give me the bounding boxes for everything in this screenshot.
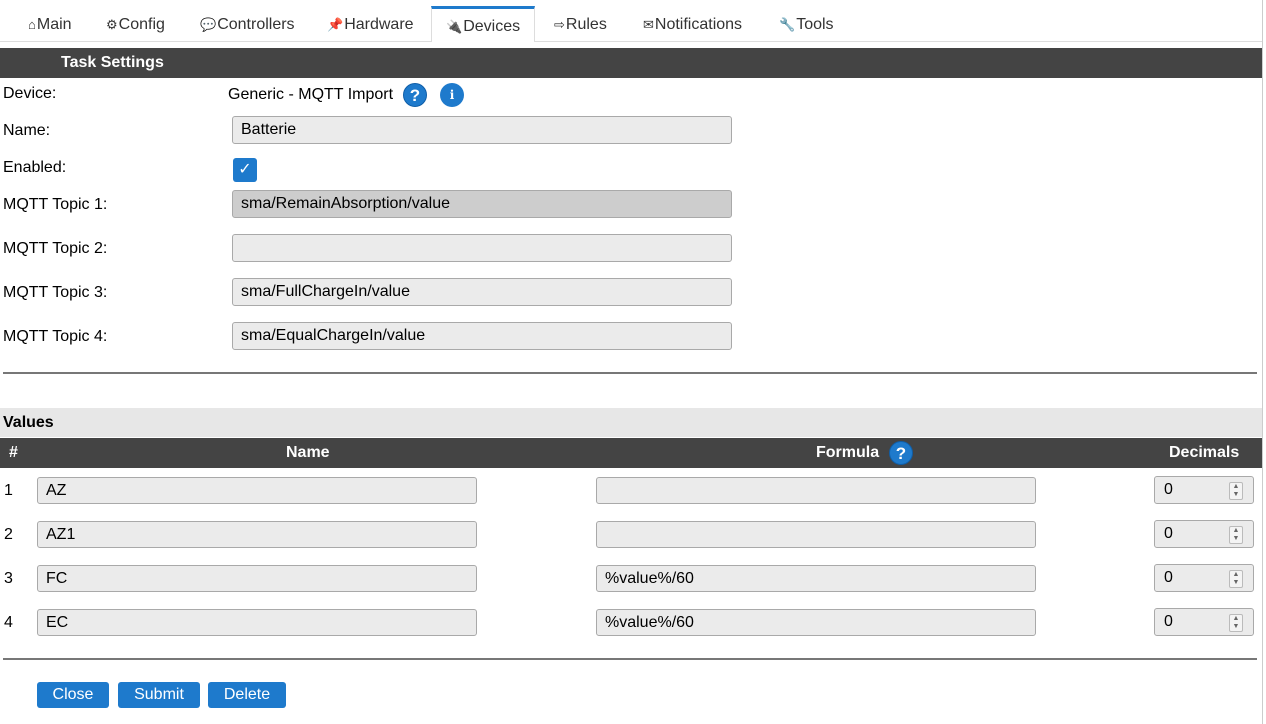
topic1-label: MQTT Topic 1: [3,196,108,213]
tab-label: Main [36,16,72,33]
tab-notifications[interactable]: ✉Notifications [643,8,742,41]
value-name-input[interactable] [37,477,477,504]
tab-hardware[interactable]: 📌Hardware [327,8,414,41]
tab-main[interactable]: ⌂Main [28,8,72,41]
decimals-stepper[interactable]: 0 ▲ ▼ [1154,564,1254,592]
help-icon[interactable]: ? [403,83,427,107]
topic4-input[interactable] [232,322,732,350]
tab-tools[interactable]: 🔧Tools [779,8,834,41]
plug-icon: 🔌 [446,19,463,34]
tab-label: Rules [565,16,607,33]
wrench-icon: 🔧 [779,17,796,32]
speech-bubble-icon: 💬 [200,17,217,32]
divider [3,372,1257,374]
device-value: Generic - MQTT Import [228,86,394,103]
tab-bar: ⌂Main ⚙Config 💬Controllers 📌Hardware 🔌De… [0,0,1262,42]
decimals-stepper[interactable]: 0 ▲ ▼ [1154,520,1254,548]
topic4-label: MQTT Topic 4: [3,328,108,345]
value-name-input[interactable] [37,521,477,548]
name-label: Name: [3,122,51,139]
formula-input[interactable] [596,521,1036,548]
close-button[interactable]: Close [37,682,109,708]
tab-label: Controllers [217,16,295,33]
tab-label: Devices [463,18,521,35]
formula-input[interactable] [596,477,1036,504]
divider [3,658,1257,660]
pushpin-icon: 📌 [327,17,344,32]
value-name-input[interactable] [37,609,477,636]
value-name-input[interactable] [37,565,477,592]
page-edge [1262,0,1263,724]
row-number: 3 [4,570,13,587]
formula-input[interactable] [596,609,1036,636]
decimals-stepper[interactable]: 0 ▲ ▼ [1154,476,1254,504]
topic2-input[interactable] [232,234,732,262]
tab-label: Config [118,16,165,33]
topic3-label: MQTT Topic 3: [3,284,108,301]
gear-icon: ⚙ [106,17,118,32]
enabled-label: Enabled: [3,159,67,176]
row-number: 4 [4,614,13,631]
tab-controllers[interactable]: 💬Controllers [200,8,295,41]
task-settings-header: Task Settings [0,48,1262,78]
tab-label: Tools [796,16,834,33]
stepper-arrows-icon[interactable]: ▲ ▼ [1229,526,1243,544]
col-num: # [9,444,18,461]
section-title: Task Settings [61,54,164,71]
tab-label: Notifications [654,16,743,33]
tab-label: Hardware [344,16,414,33]
name-input[interactable] [232,116,732,144]
decimals-value: 0 [1164,569,1173,586]
topic3-input[interactable] [232,278,732,306]
stepper-arrows-icon[interactable]: ▲ ▼ [1229,482,1243,500]
topic1-input[interactable] [232,190,732,218]
arrow-right-icon: ⇨ [554,17,565,32]
stepper-arrows-icon[interactable]: ▲ ▼ [1229,614,1243,632]
tab-devices[interactable]: 🔌Devices [431,6,535,42]
home-icon: ⌂ [28,17,36,32]
col-decimals: Decimals [1169,444,1240,461]
row-number: 1 [4,482,13,499]
envelope-icon: ✉ [643,17,654,32]
formula-help-icon[interactable]: ? [889,441,913,465]
section-title: Values [3,414,54,431]
device-label: Device: [3,85,57,102]
submit-button[interactable]: Submit [118,682,200,708]
formula-input[interactable] [596,565,1036,592]
decimals-value: 0 [1164,525,1173,542]
values-table-header: # Name Formula ? Decimals [0,438,1262,468]
delete-button[interactable]: Delete [208,682,286,708]
decimals-value: 0 [1164,613,1173,630]
tab-rules[interactable]: ⇨Rules [554,8,607,41]
stepper-arrows-icon[interactable]: ▲ ▼ [1229,570,1243,588]
col-name: Name [286,444,330,461]
checkmark-icon: ✓ [238,161,252,178]
row-number: 2 [4,526,13,543]
topic2-label: MQTT Topic 2: [3,240,108,257]
decimals-stepper[interactable]: 0 ▲ ▼ [1154,608,1254,636]
values-section-header: Values [0,408,1262,437]
info-icon[interactable]: i [440,83,464,107]
decimals-value: 0 [1164,481,1173,498]
tab-config[interactable]: ⚙Config [106,8,165,41]
enabled-checkbox[interactable]: ✓ [233,158,257,182]
col-formula: Formula [816,444,880,461]
